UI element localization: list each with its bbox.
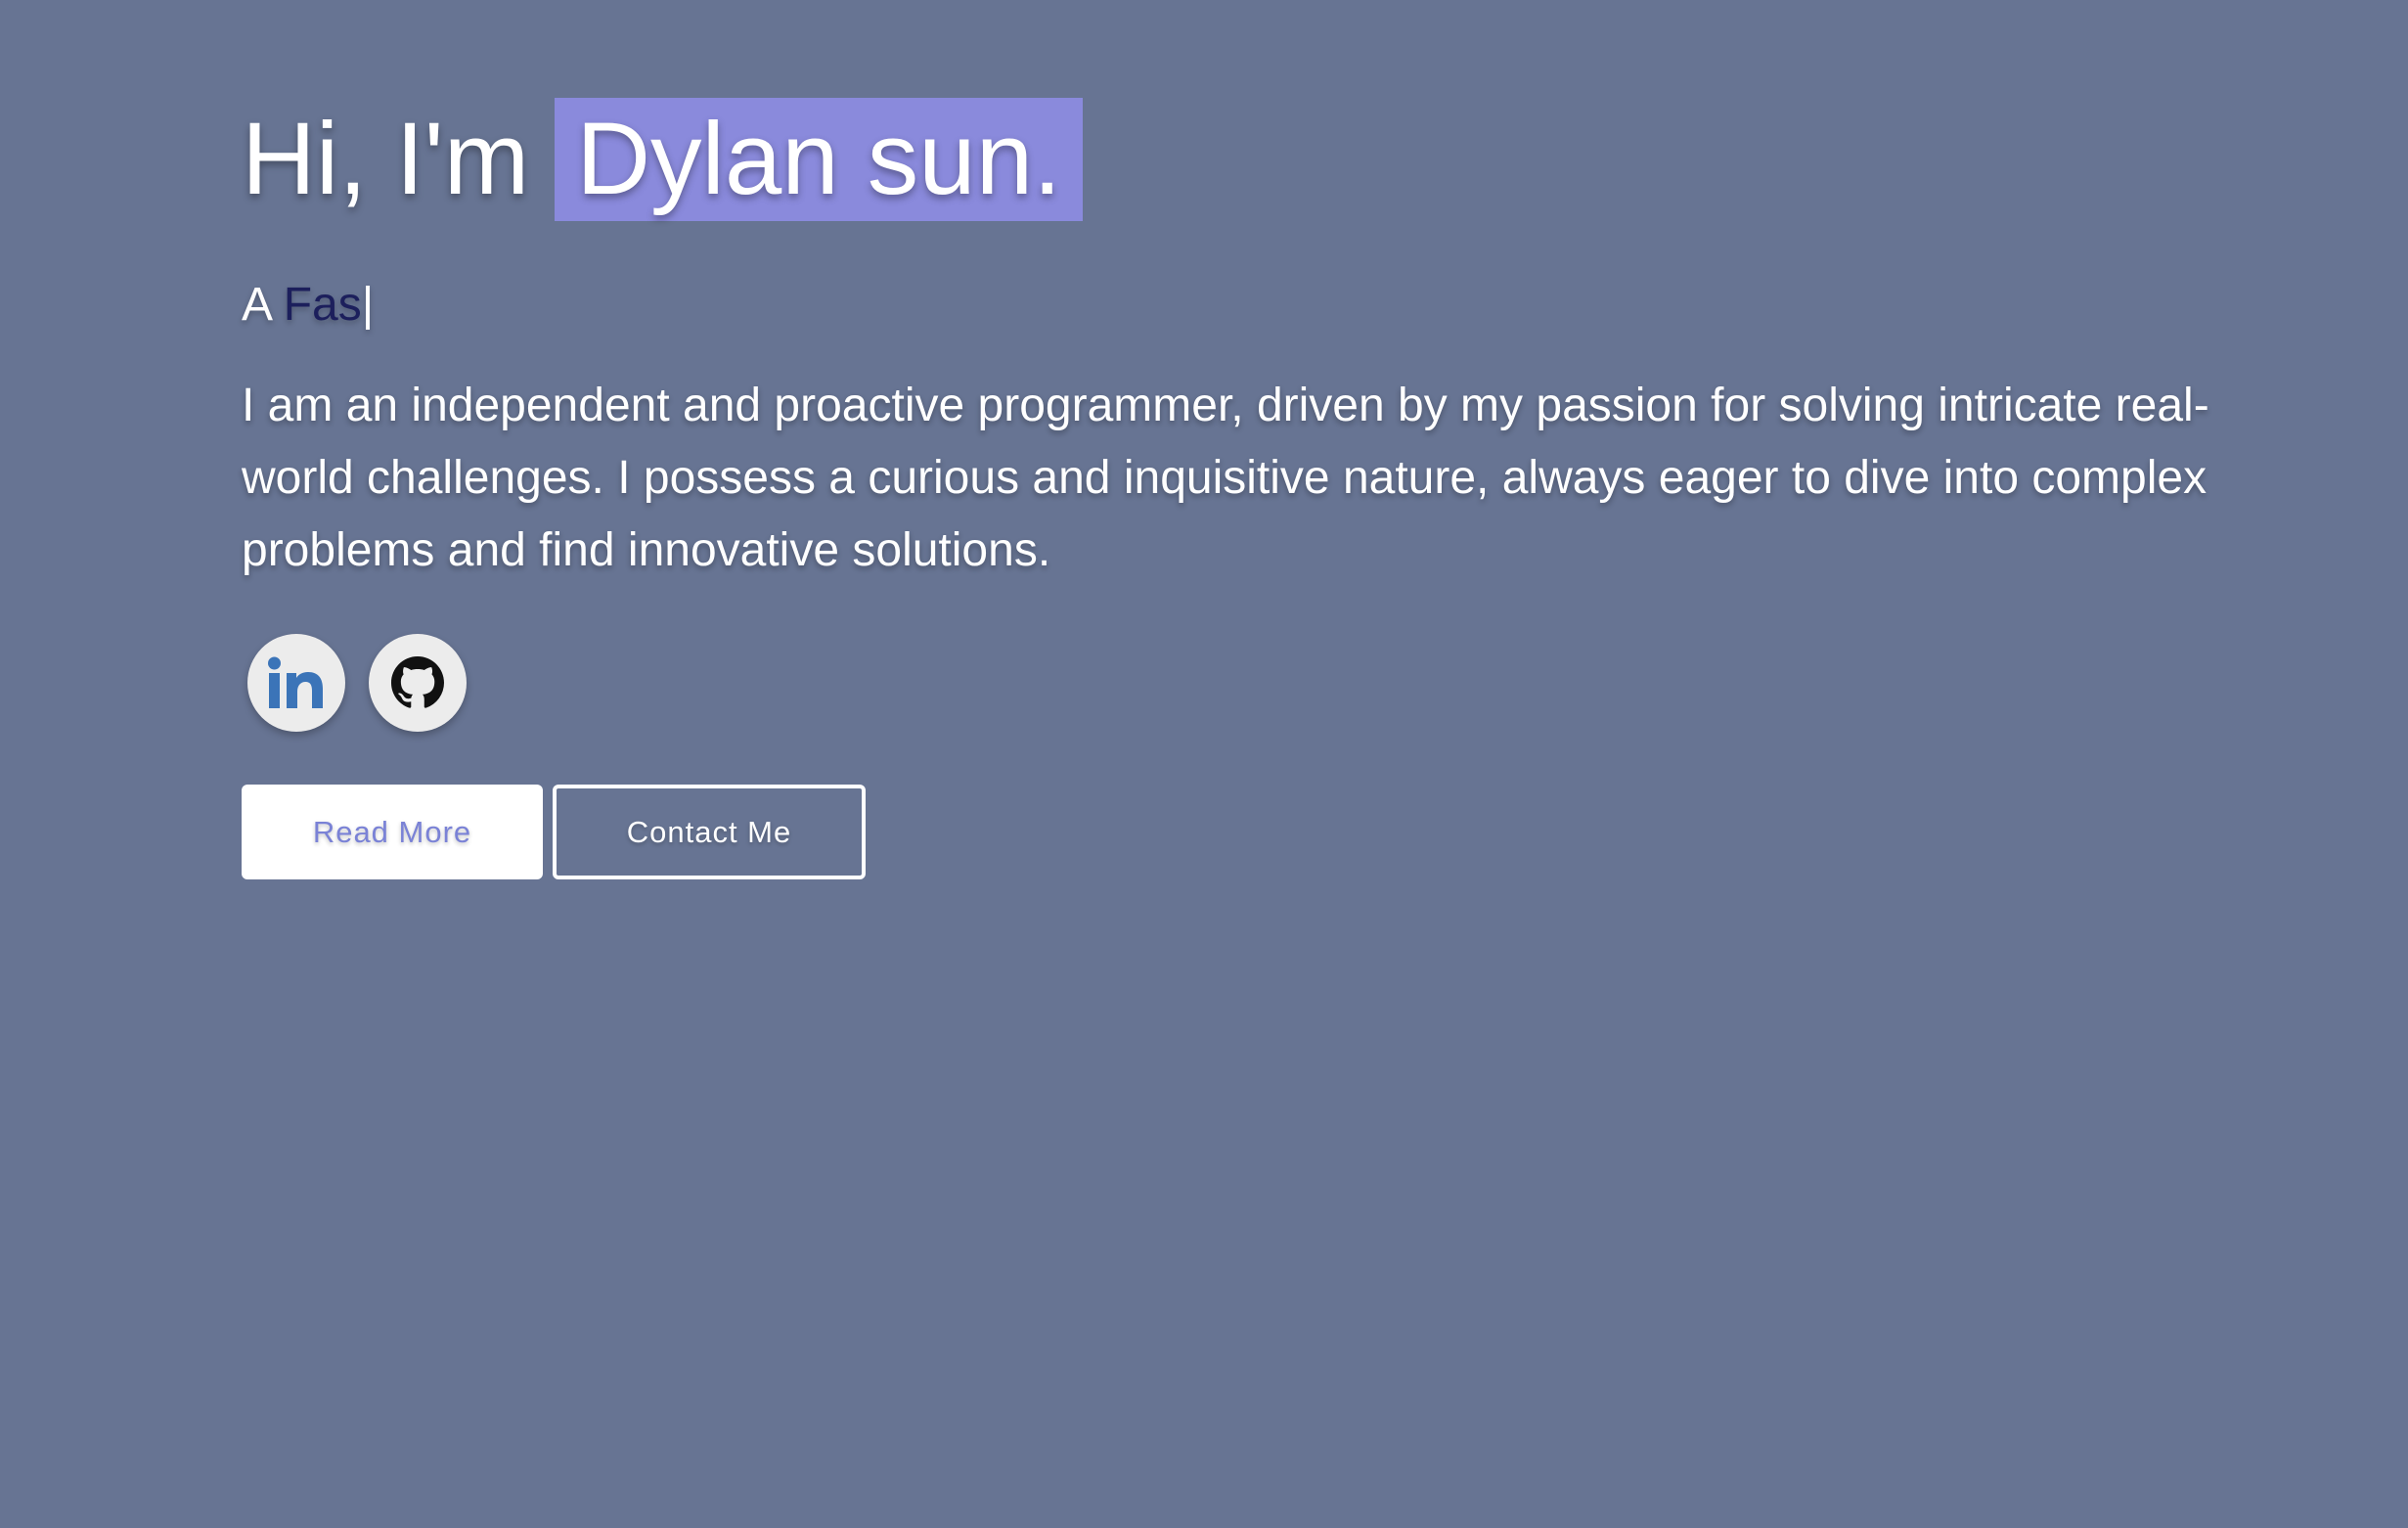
hero-title: Hi, I'm Dylan sun. (242, 98, 2237, 221)
social-links (242, 634, 2237, 732)
about-paragraph: I am an independent and proactive progra… (242, 380, 2209, 576)
linkedin-icon (268, 656, 323, 708)
name-highlight: Dylan sun. (555, 98, 1084, 221)
role-typewriter: A Fas| (242, 276, 2237, 335)
github-icon (391, 656, 444, 708)
hero-section: Hi, I'm Dylan sun. A Fas| I am an indepen… (242, 98, 2237, 879)
role-prefix: A (242, 279, 271, 331)
typing-cursor: | (361, 279, 375, 331)
contact-me-button[interactable]: Contact Me (553, 785, 866, 879)
greeting-text: Hi, I'm (242, 102, 530, 216)
github-link[interactable] (369, 634, 467, 732)
cta-buttons: Read More Contact Me (242, 785, 2237, 879)
linkedin-link[interactable] (247, 634, 345, 732)
role-typed-text: Fas (283, 279, 362, 331)
read-more-button[interactable]: Read More (242, 785, 543, 879)
